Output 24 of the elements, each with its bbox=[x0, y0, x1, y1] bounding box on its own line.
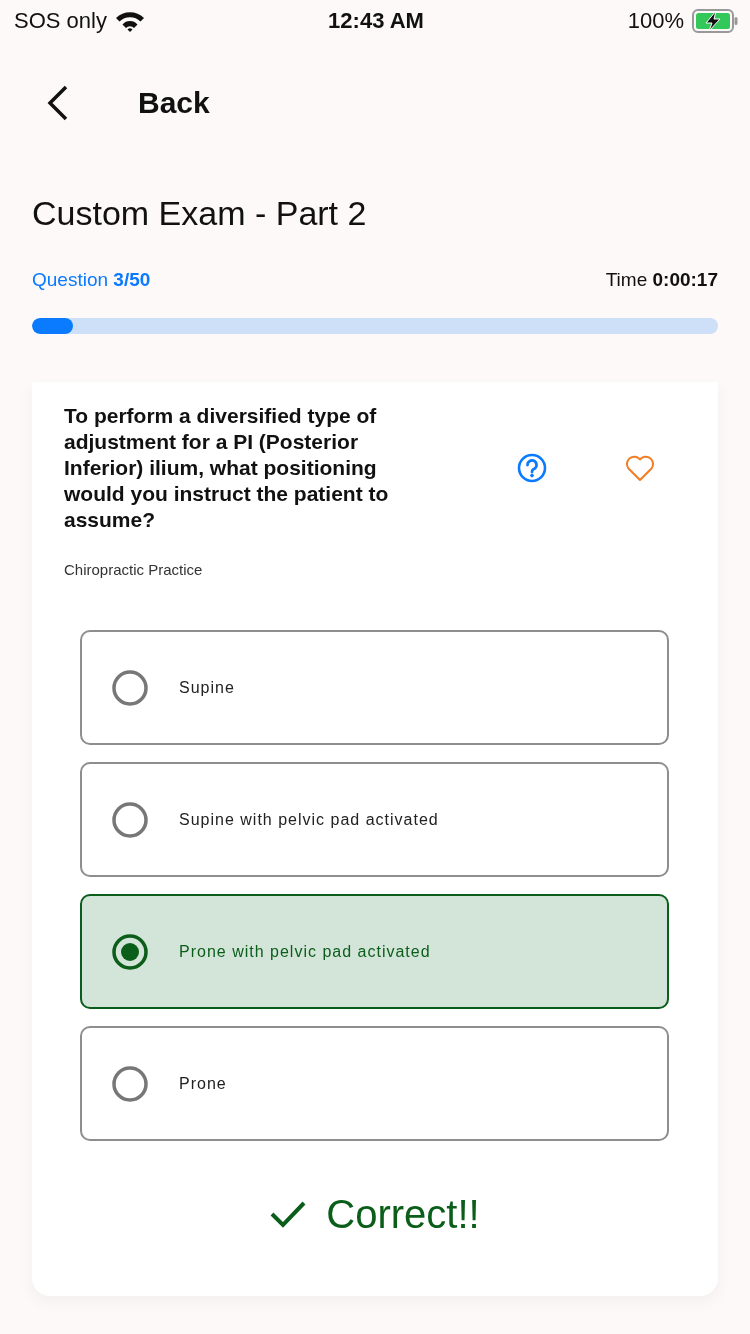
heart-icon[interactable] bbox=[625, 454, 655, 482]
help-icon[interactable] bbox=[517, 453, 547, 483]
back-chevron-icon[interactable] bbox=[46, 85, 70, 121]
elapsed-time: Time 0:00:17 bbox=[605, 268, 718, 292]
radio-icon bbox=[112, 933, 148, 970]
radio-icon bbox=[112, 1065, 148, 1102]
back-button[interactable]: Back bbox=[138, 86, 210, 120]
radio-icon bbox=[112, 669, 148, 706]
check-icon bbox=[270, 1200, 307, 1228]
radio-icon bbox=[112, 801, 148, 838]
answer-option[interactable]: Supine bbox=[80, 630, 669, 745]
battery-charging-icon bbox=[692, 9, 738, 33]
answer-option[interactable]: Supine with pelvic pad activated bbox=[80, 762, 669, 877]
category-label: Chiropractic Practice bbox=[64, 561, 204, 579]
clock-time: 12:43 AM bbox=[328, 8, 424, 34]
result-message: Correct!! bbox=[326, 1191, 480, 1237]
battery-percent: 100% bbox=[627, 8, 684, 34]
carrier-text: SOS only bbox=[14, 8, 107, 34]
answer-option[interactable]: Prone with pelvic pad activated bbox=[80, 894, 669, 1009]
answer-option[interactable]: Prone bbox=[80, 1026, 669, 1141]
wifi-icon bbox=[114, 10, 145, 32]
exam-title: Custom Exam - Part 2 bbox=[32, 193, 368, 233]
question-text: To perform a diversified type of adjustment for a PI (Posterior Inferior) ilium, what positioning would you instruct the patient to assume? bbox=[64, 403, 390, 533]
question-counter: Question 3/50 bbox=[32, 268, 151, 292]
